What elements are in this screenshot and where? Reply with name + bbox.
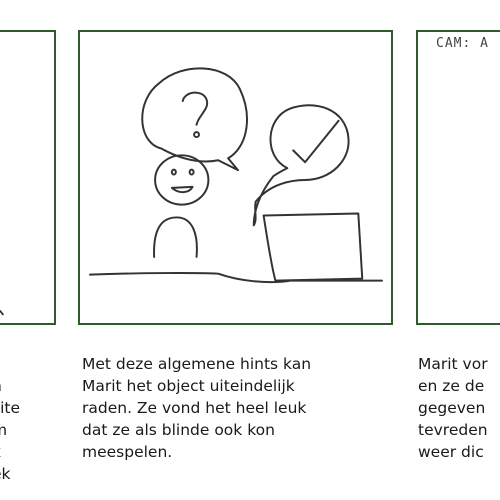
check-mark-icon (292, 119, 340, 164)
camera-label: CAM: A (436, 36, 489, 51)
caption-line: site (0, 399, 20, 417)
caption-line: weer dic (418, 443, 484, 461)
caption-middle: Met deze algemene hints kan Marit het ob… (82, 353, 311, 463)
caption-line: gegeven (418, 399, 486, 417)
panel-middle-sketch (89, 67, 383, 284)
caption-line: en ze de (418, 377, 485, 395)
table-line-icon (89, 272, 383, 284)
person-head-icon (154, 154, 210, 206)
person-body-icon (153, 216, 198, 258)
caption-line: meespelen. (82, 443, 173, 461)
caption-line: ek (0, 465, 11, 483)
caption-line: Marit vor (418, 355, 488, 373)
caption-right: Marit vor en ze de gegeven tevreden weer… (418, 353, 488, 463)
panel-left-sketch (0, 309, 4, 316)
storyboard-panel-left (0, 30, 56, 325)
question-mark-icon (181, 91, 209, 126)
check-bubble-icon (252, 104, 350, 227)
caption-left: : n site m k ek (0, 353, 20, 485)
laptop-icon (262, 212, 364, 282)
caption-line: k (0, 441, 20, 463)
caption-line: Marit het object uiteindelijk (82, 377, 295, 395)
storyboard-panel-right: CAM: A (416, 30, 500, 325)
storyboard: CAM: A : n site m k ek Met deze algemene… (0, 0, 500, 500)
caption-line: : (0, 353, 20, 375)
caption-line: m (0, 419, 20, 441)
caption-line: Met deze algemene hints kan (82, 355, 312, 373)
caption-line: n (0, 375, 20, 397)
storyboard-panel-middle (78, 30, 393, 325)
caption-line: tevreden (418, 421, 488, 439)
caption-line: raden. Ze vond het heel leuk (82, 399, 307, 417)
question-bubble-icon (141, 67, 248, 172)
caption-line: dat ze als blinde ook kon (82, 421, 275, 439)
